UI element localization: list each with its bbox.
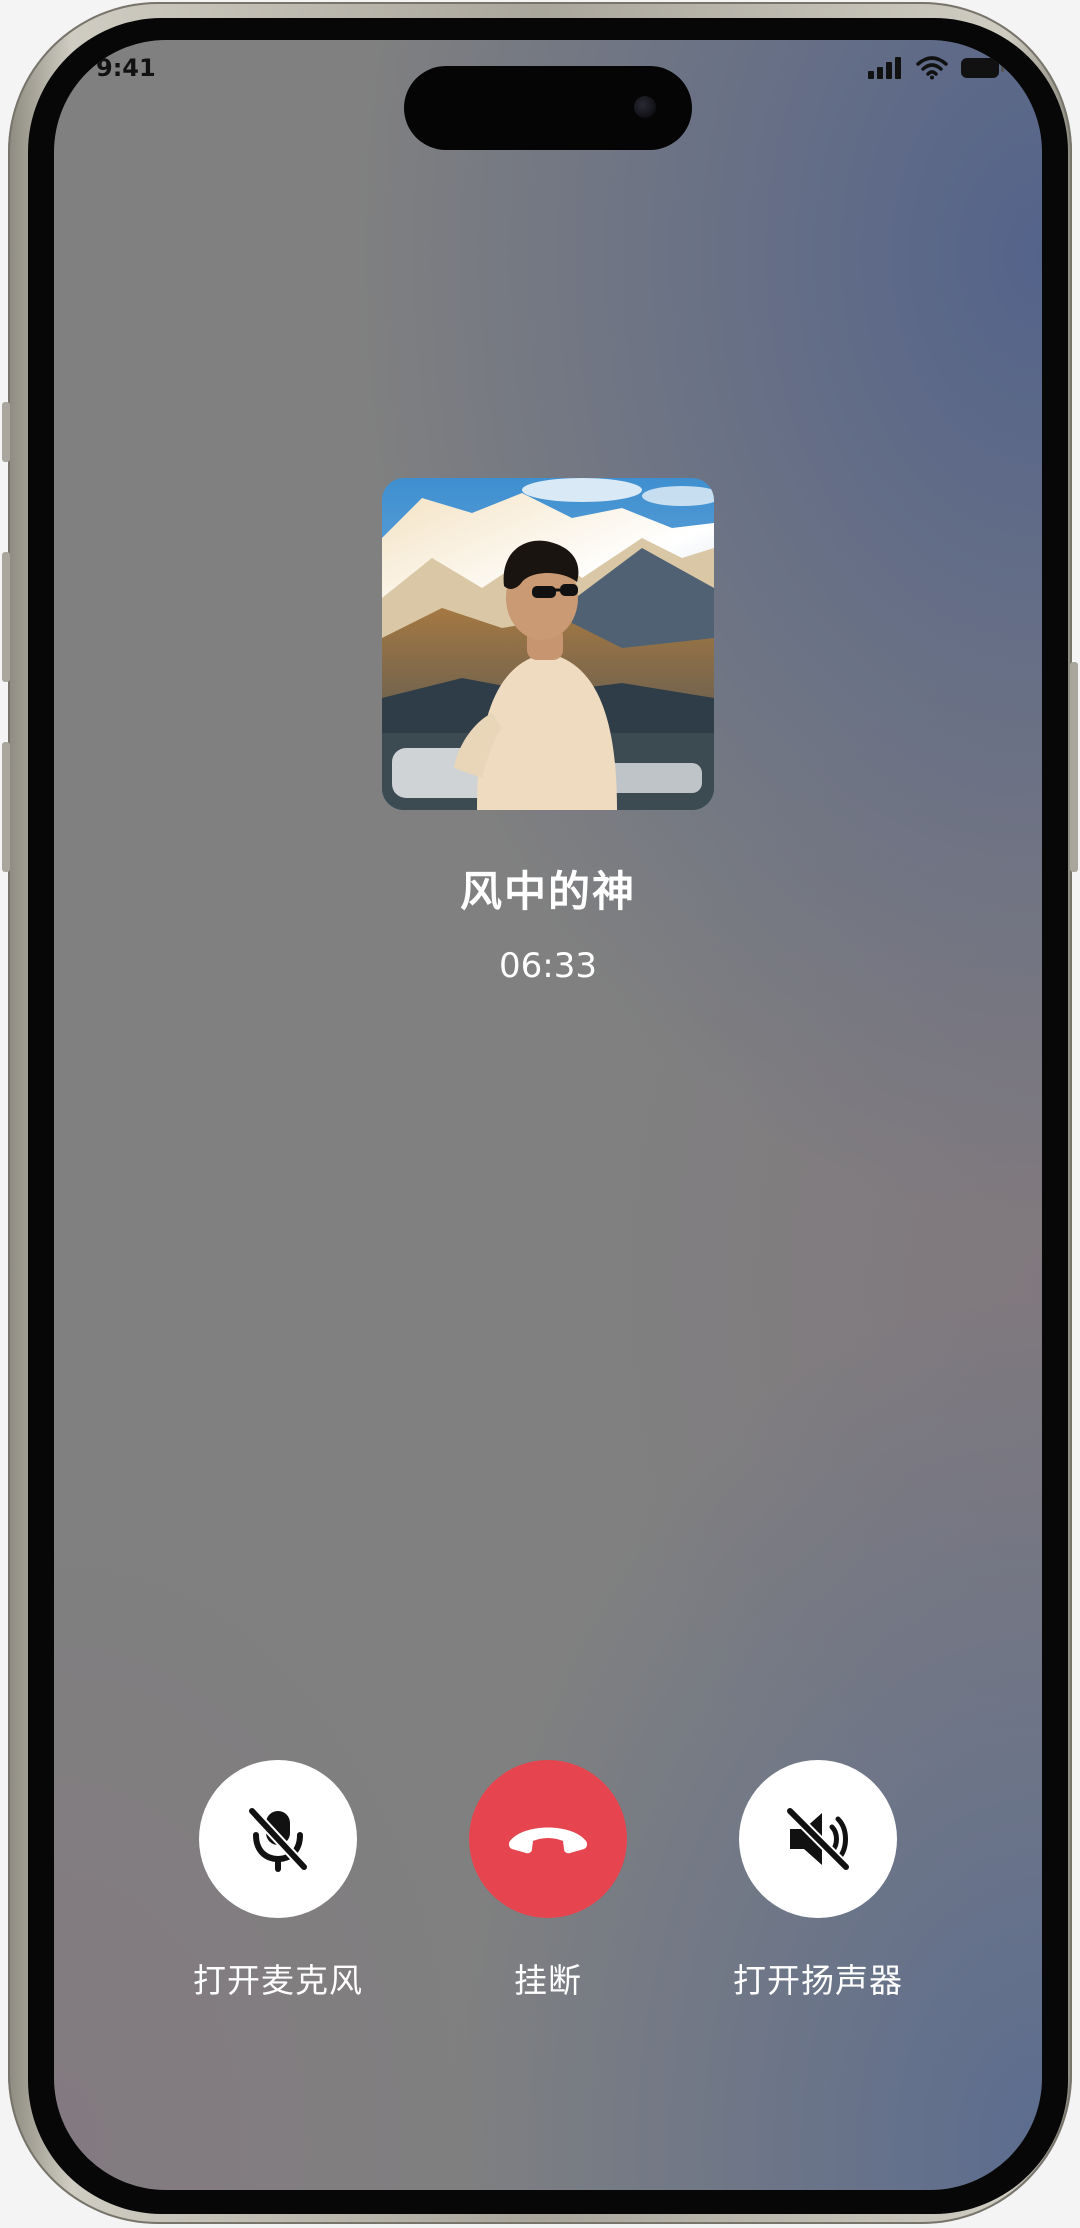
speaker-label: 打开扬声器 bbox=[733, 1961, 903, 2000]
cellular-signal-icon bbox=[868, 57, 901, 79]
microphone-off-icon bbox=[247, 1806, 309, 1872]
hangup-button[interactable] bbox=[469, 1760, 627, 1918]
speaker-off-icon bbox=[785, 1806, 851, 1872]
front-camera bbox=[634, 96, 656, 118]
call-duration: 06:33 bbox=[499, 946, 597, 986]
volume-down-button bbox=[2, 742, 10, 872]
dynamic-island bbox=[404, 66, 692, 150]
caller-name: 风中的神 bbox=[459, 867, 636, 916]
status-icons bbox=[868, 56, 1006, 80]
power-button bbox=[1070, 662, 1078, 872]
phone-frame: 9:41 风中的神 06:33 打开麦克风 挂断 打开扬声器 bbox=[2, 2, 1078, 2224]
volume-up-button bbox=[2, 552, 10, 682]
wifi-icon bbox=[916, 56, 948, 80]
toggle-speaker-button[interactable] bbox=[739, 1760, 897, 1918]
phone-hangup-icon bbox=[508, 1827, 588, 1854]
call-screen: 9:41 风中的神 06:33 打开麦克风 挂断 打开扬声器 bbox=[54, 40, 1042, 2190]
microphone-label: 打开麦克风 bbox=[193, 1961, 363, 2000]
hangup-label: 挂断 bbox=[514, 1961, 582, 2000]
status-time: 9:41 bbox=[96, 54, 156, 82]
hangup-control: 挂断 bbox=[438, 1760, 658, 2002]
microphone-control: 打开麦克风 bbox=[168, 1760, 388, 2002]
speaker-control: 打开扬声器 bbox=[708, 1760, 928, 2002]
caller-avatar bbox=[382, 478, 714, 810]
action-button bbox=[2, 402, 10, 462]
battery-icon bbox=[961, 58, 1004, 78]
toggle-microphone-button[interactable] bbox=[199, 1760, 357, 1918]
